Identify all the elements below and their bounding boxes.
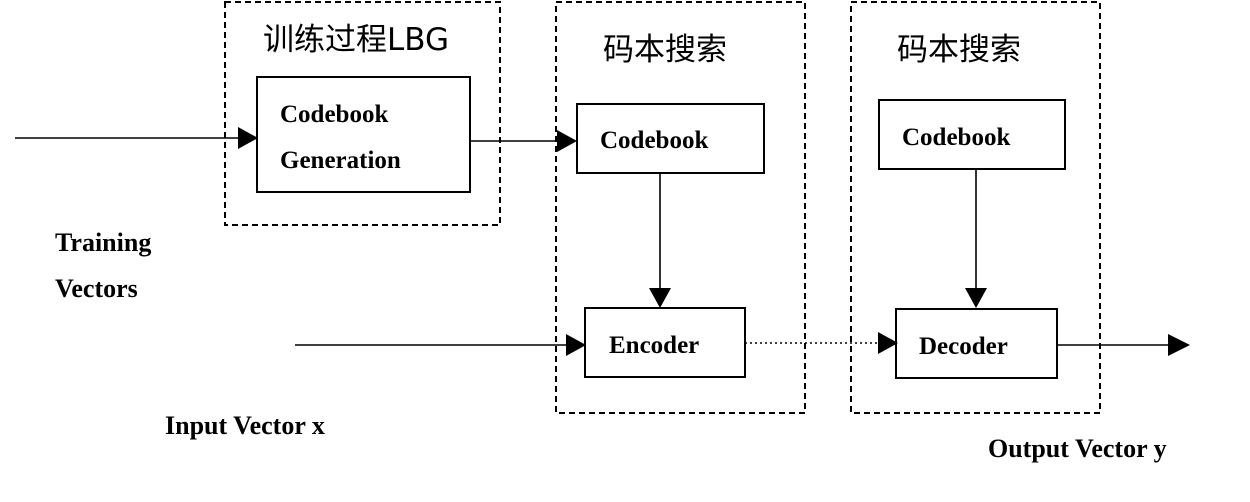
output-vector-label: Output Vector y xyxy=(988,434,1167,463)
decoder-label: Decoder xyxy=(919,333,1008,360)
vq-block-diagram: 训练过程LBG 码本搜索 码本搜索 Codebook Generation Co… xyxy=(15,1,1190,463)
output-vector-arrow xyxy=(1057,334,1190,356)
search-group-title: 码本搜索 xyxy=(603,32,727,68)
input-vector-label: Input Vector x xyxy=(165,411,325,440)
decode-group-title: 码本搜索 xyxy=(897,32,1021,68)
codebook-to-decoder-arrow xyxy=(965,169,987,308)
codebook-decode-label: Codebook xyxy=(902,124,1010,151)
training-input-arrow xyxy=(15,127,258,149)
codebook-search-label: Codebook xyxy=(600,127,708,154)
training-vectors-label-line1: Training xyxy=(55,228,151,257)
training-group-title: 训练过程LBG xyxy=(263,22,449,58)
input-vector-arrow xyxy=(295,334,586,356)
codebook-generation-block xyxy=(256,76,471,193)
codebook-generation-label-line2: Generation xyxy=(280,147,401,174)
generation-to-codebook-arrow xyxy=(470,130,577,152)
codebook-generation-label-line1: Codebook xyxy=(280,101,388,128)
training-vectors-label-line2: Vectors xyxy=(55,274,138,303)
encoder-to-decoder-dotted-arrow xyxy=(745,332,898,354)
encoder-label: Encoder xyxy=(609,332,699,359)
codebook-to-encoder-arrow xyxy=(649,173,671,308)
